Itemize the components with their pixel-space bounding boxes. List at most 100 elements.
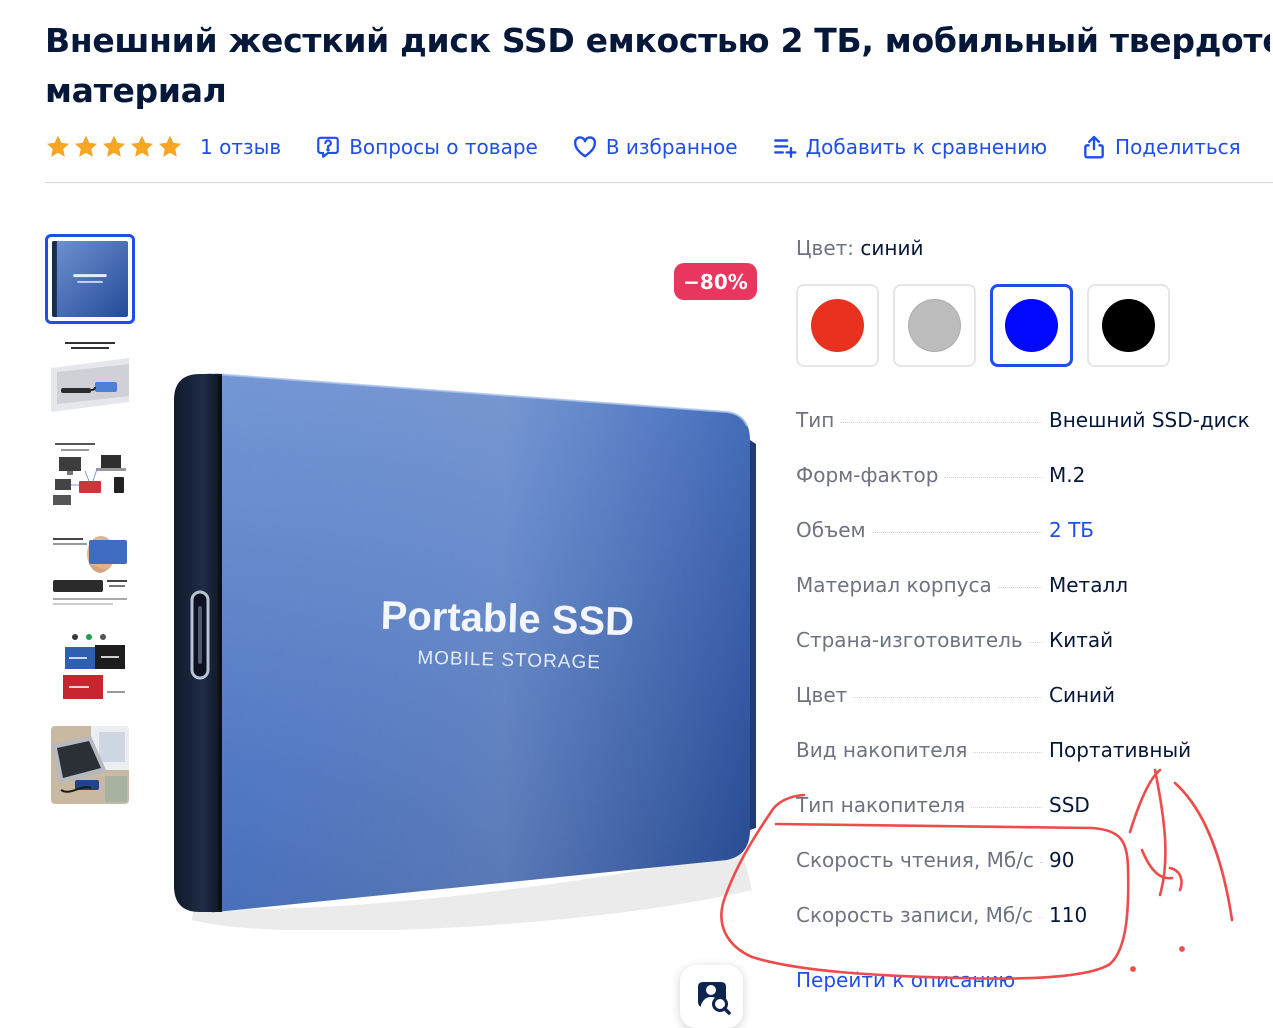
spec-label: Форм-фактор [796,463,939,487]
page-title: Внешний жесткий диск SSD емкостью 2 ТБ, … [45,16,1270,116]
questions-button-label: Вопросы о товаре [349,135,538,159]
thumbnail-image [51,629,129,707]
spec-label: Скорость чтения, Мб/с [796,848,1034,872]
spec-value: Портативный [1049,738,1192,762]
annotation-dot [1179,946,1185,952]
spec-leader [1039,917,1042,918]
spec-label: Объем [796,518,866,542]
share-icon [1081,134,1107,160]
spec-label: Вид накопителя [796,738,968,762]
color-selection-label: Цвет: синий [796,236,923,260]
thumbnail-2[interactable] [51,338,129,416]
page-title-line-2: материал [45,71,227,110]
discount-badge: −80% [674,263,757,300]
spec-value: Китай [1049,628,1114,652]
spec-leader [853,697,1042,698]
spec-value: Металл [1049,573,1129,597]
compare-button[interactable]: Добавить к сравнению [772,134,1048,160]
thumbnail-image [51,338,129,416]
spec-row-form-factor: Форм-фактор M.2 [796,451,1266,506]
spec-leader [871,532,1042,533]
product-meta-bar: 1 отзыв Вопросы о товаре В избранное Доб… [45,128,1241,166]
compare-button-label: Добавить к сравнению [805,135,1048,159]
thumbnail-image [51,532,129,610]
heart-icon [572,134,598,160]
spec-leader [997,587,1042,588]
spec-leader [1028,642,1042,643]
star-icon [73,134,99,160]
spec-value: SSD [1049,793,1090,817]
spec-value: M.2 [1049,463,1086,487]
thumbnail-image [51,726,129,804]
header-divider [45,182,1273,183]
color-swatches [796,284,1176,368]
page-title-line-1: Внешний жесткий диск SSD емкостью 2 ТБ, … [45,21,1270,60]
spec-value-capacity-link[interactable]: 2 ТБ [1049,518,1094,542]
image-search-icon [697,981,731,1015]
spec-row-read-speed: Скорость чтения, Мб/с 90 [796,836,1266,891]
color-swatch-grey[interactable] [893,284,976,367]
spec-label: Страна-изготовитель [796,628,1023,652]
star-icon [101,134,127,160]
swatch-color-dot [1005,299,1058,352]
spec-row-drive-kind: Вид накопителя Портативный [796,726,1266,781]
product-print-name: Portable SSD [380,594,634,645]
reviews-link-label: 1 отзыв [200,135,282,159]
annotation-dot [1130,966,1136,972]
compare-list-icon [772,134,798,160]
favorite-button-label: В избранное [605,135,738,159]
thumbnail-image [51,435,129,513]
spec-leader [973,752,1042,753]
spec-label: Тип [796,408,835,432]
swatch-color-dot [1102,299,1155,352]
spec-label: Материал корпуса [796,573,992,597]
thumbnail-1[interactable] [45,234,135,324]
spec-value: Внешний SSD-диск [1049,408,1250,432]
go-to-description-link[interactable]: Перейти к описанию [796,968,1015,992]
color-swatch-red[interactable] [796,284,879,367]
spec-row-drive-type: Тип накопителя SSD [796,781,1266,836]
rating-stars[interactable] [45,134,183,160]
share-button[interactable]: Поделиться [1081,134,1241,160]
favorite-button[interactable]: В избранное [572,134,738,160]
spec-value: Синий [1049,683,1116,707]
star-icon [157,134,183,160]
spec-leader [1039,862,1042,863]
main-product-image[interactable]: Portable SSD MOBILE STORAGE [152,330,762,930]
color-label: Цвет: [796,236,855,260]
thumbnail-5[interactable] [51,629,129,707]
swatch-color-dot [908,299,961,352]
product-page: Внешний жесткий диск SSD емкостью 2 ТБ, … [0,0,1273,1028]
spec-label: Тип накопителя [796,793,966,817]
spec-value: 110 [1049,903,1088,927]
spec-leader [840,422,1042,423]
specifications-list: Тип Внешний SSD-диск Форм-фактор M.2 Объ… [796,396,1266,946]
reviews-link[interactable]: 1 отзыв [200,135,281,159]
image-search-button[interactable] [680,965,743,1028]
question-bubble-icon [315,134,341,160]
spec-value: 90 [1049,848,1075,872]
thumbnail-image [52,241,128,317]
color-swatch-blue[interactable] [990,284,1073,367]
spec-row-color: Цвет Синий [796,671,1266,726]
spec-leader [944,477,1042,478]
spec-row-material: Материал корпуса Металл [796,561,1266,616]
spec-row-type: Тип Внешний SSD-диск [796,396,1266,451]
color-swatch-black[interactable] [1087,284,1170,367]
star-icon [129,134,155,160]
spec-label: Скорость записи, Мб/с [796,903,1034,927]
share-button-label: Поделиться [1115,135,1241,159]
spec-row-country: Страна-изготовитель Китай [796,616,1266,671]
questions-button[interactable]: Вопросы о товаре [315,134,538,160]
star-icon [45,134,71,160]
spec-row-write-speed: Скорость записи, Мб/с 110 [796,891,1266,946]
spec-row-capacity: Объем 2 ТБ [796,506,1266,561]
swatch-color-dot [811,299,864,352]
color-value: синий [860,236,924,260]
thumbnail-6[interactable] [51,726,129,804]
spec-leader [971,807,1042,808]
thumbnail-3[interactable] [51,435,129,513]
portable-ssd-picture: Portable SSD MOBILE STORAGE [174,373,756,930]
spec-label: Цвет [796,683,848,707]
thumbnail-4[interactable] [51,532,129,610]
